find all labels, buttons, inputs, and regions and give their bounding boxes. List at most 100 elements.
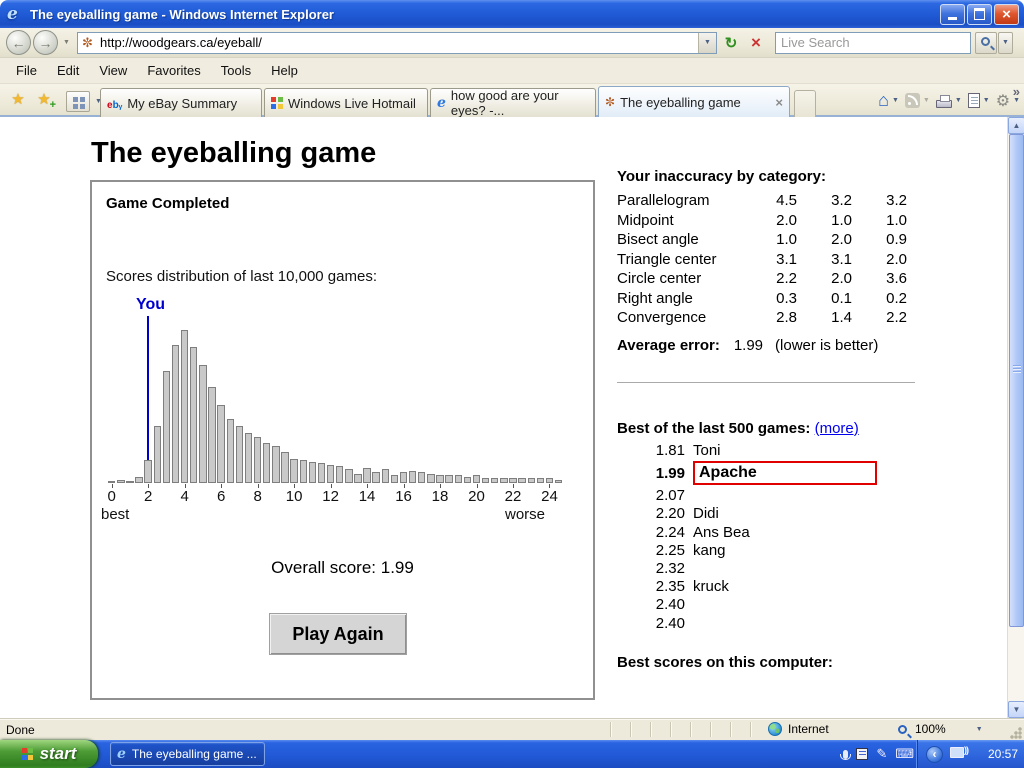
system-tray: 20:57	[918, 740, 1024, 768]
ie-icon	[437, 95, 446, 111]
quick-tabs-grid-icon	[73, 97, 78, 102]
network-monitor-icon[interactable]	[950, 747, 964, 758]
axis-tick-label: 8	[243, 488, 273, 505]
histogram-bar	[290, 459, 297, 483]
tab-how-good-are-your-eyes[interactable]: how good are your eyes? -...	[430, 88, 596, 117]
quick-tabs-button[interactable]	[66, 91, 90, 112]
hide-icons-chevron-icon[interactable]	[926, 746, 943, 763]
category-name: Convergence	[617, 309, 752, 329]
home-button[interactable]	[878, 90, 899, 111]
menu-item-edit[interactable]: Edit	[47, 59, 89, 82]
tab-the-eyeballing-game[interactable]: The eyeballing game	[598, 86, 790, 117]
inaccuracy-row: Parallelogram4.53.23.2	[617, 192, 919, 212]
close-button[interactable]	[994, 4, 1019, 25]
window-title: The eyeballing game - Windows Internet E…	[30, 7, 938, 22]
back-button[interactable]	[6, 30, 31, 55]
new-tab-stub[interactable]	[794, 90, 816, 117]
inaccuracy-row: Midpoint2.01.01.0	[617, 212, 919, 232]
search-box[interactable]	[775, 32, 971, 54]
tab-label: how good are your eyes? -...	[451, 88, 589, 118]
best500-row: 2.25kang	[617, 541, 919, 559]
restore-button[interactable]	[967, 4, 992, 25]
tab-my-ebay-summary[interactable]: My eBay Summary	[100, 88, 262, 117]
axis-tick-label: 4	[170, 488, 200, 505]
histogram-bar	[263, 443, 270, 483]
axis-tick-label: 16	[389, 488, 419, 505]
status-pane-separator	[670, 722, 671, 737]
stop-button[interactable]	[745, 32, 767, 54]
axis-tick-label: 0	[97, 488, 127, 505]
toolbar-overflow-icon[interactable]	[1013, 84, 1020, 99]
forward-button[interactable]	[33, 30, 58, 55]
microphone-icon[interactable]	[843, 750, 848, 759]
histogram-bar	[445, 475, 452, 483]
axis-tick-label: 20	[462, 488, 492, 505]
more-link[interactable]: (more)	[815, 420, 859, 437]
menu-item-favorites[interactable]: Favorites	[137, 59, 210, 82]
category-value: 1.0	[797, 212, 852, 232]
vertical-scrollbar[interactable]	[1007, 117, 1024, 718]
search-input[interactable]	[776, 35, 970, 50]
search-icon	[981, 37, 990, 46]
inaccuracy-row: Triangle center3.13.12.0	[617, 251, 919, 271]
resize-grip	[1010, 727, 1022, 739]
histogram-bar	[391, 475, 398, 483]
best500-row: 1.99	[617, 460, 919, 487]
language-bar-icon[interactable]	[856, 748, 868, 760]
favorites-star-icon[interactable]	[6, 90, 30, 112]
keyboard-icon[interactable]	[895, 746, 914, 762]
best500-score: 2.32	[617, 560, 685, 577]
best500-row: 2.24Ans Bea	[617, 523, 919, 541]
axis-tick-label: 24	[534, 488, 564, 505]
histogram-bar	[418, 472, 425, 483]
minimize-button[interactable]	[940, 4, 965, 25]
tab-windows-live-hotmail[interactable]: Windows Live Hotmail	[264, 88, 428, 117]
print-button[interactable]	[936, 93, 962, 108]
address-bar[interactable]	[77, 32, 717, 54]
refresh-button[interactable]	[720, 32, 742, 54]
histogram-bar	[327, 465, 334, 483]
search-dropdown-icon[interactable]	[998, 32, 1013, 54]
print-dropdown-icon[interactable]	[955, 97, 962, 104]
home-dropdown-icon[interactable]	[892, 97, 899, 104]
best500-title-text: Best of the last 500 games:	[617, 420, 810, 437]
page-button[interactable]	[968, 93, 990, 108]
address-dropdown-icon[interactable]	[698, 33, 716, 53]
menu-item-view[interactable]: View	[89, 59, 137, 82]
menu-item-file[interactable]: File	[6, 59, 47, 82]
start-button[interactable]: start	[0, 740, 98, 768]
scrollbar-thumb[interactable]	[1009, 134, 1024, 627]
category-name: Bisect angle	[617, 231, 752, 251]
feeds-button[interactable]	[905, 93, 930, 108]
best500-name: Didi	[693, 505, 719, 522]
zoom-dropdown-icon[interactable]	[976, 726, 983, 733]
scroll-down-icon[interactable]	[1008, 701, 1024, 718]
category-value: 2.8	[752, 309, 797, 329]
tab-close-icon[interactable]	[761, 95, 783, 110]
task-label: The eyeballing game ...	[132, 747, 257, 761]
histogram-bar	[227, 419, 234, 483]
category-value: 2.2	[852, 309, 907, 329]
start-label: start	[40, 744, 77, 764]
histogram-bar	[537, 478, 544, 483]
category-value: 2.2	[752, 270, 797, 290]
taskbar-task-button[interactable]: The eyeballing game ...	[110, 742, 265, 766]
menu-item-tools[interactable]: Tools	[211, 59, 261, 82]
zoom-control[interactable]: 100%	[898, 722, 983, 736]
tab-label: Windows Live Hotmail	[288, 96, 416, 111]
scroll-up-icon[interactable]	[1008, 117, 1024, 134]
menu-item-help[interactable]: Help	[261, 59, 308, 82]
inaccuracy-row: Bisect angle1.02.00.9	[617, 231, 919, 251]
zoom-level: 100%	[915, 722, 946, 736]
play-again-button[interactable]: Play Again	[269, 613, 407, 655]
status-bar: Done Internet 100%	[0, 718, 1024, 740]
best500-row: 2.20Didi	[617, 505, 919, 523]
history-dropdown-icon[interactable]	[60, 39, 73, 46]
search-button[interactable]	[975, 32, 997, 54]
pen-icon[interactable]	[876, 746, 887, 762]
page-dropdown-icon[interactable]	[983, 97, 990, 104]
player-name-input[interactable]	[693, 461, 877, 485]
add-favorite-icon[interactable]	[32, 90, 56, 112]
address-input[interactable]	[100, 35, 698, 50]
clock: 20:57	[988, 747, 1018, 761]
